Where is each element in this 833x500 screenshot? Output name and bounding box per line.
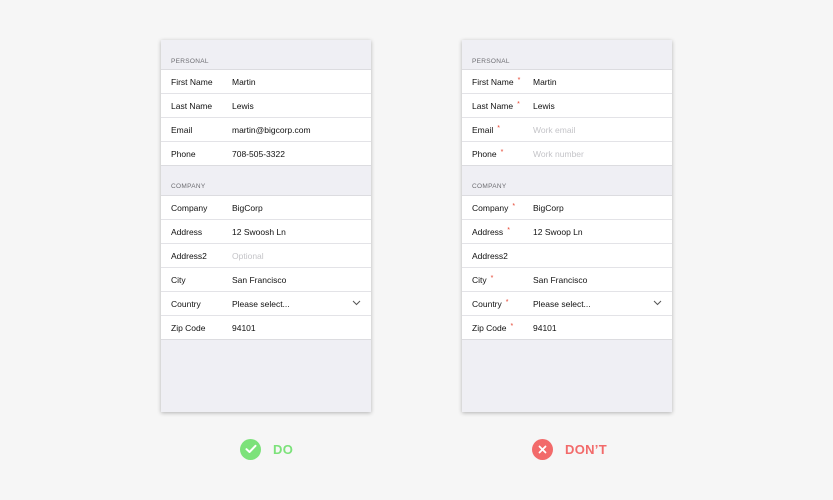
field-row-company[interactable]: Company BigCorp (161, 196, 371, 220)
field-label-text: Country (472, 298, 502, 309)
field-row-address[interactable]: Address * 12 Swoop Ln (462, 220, 672, 244)
zip-code-input[interactable]: 94101 (533, 323, 672, 333)
field-label: Company (171, 202, 208, 213)
email-input[interactable] (533, 124, 672, 135)
field-label-text: Company (472, 202, 509, 213)
company-input[interactable]: BigCorp (533, 203, 672, 213)
verdict-dont: DON’T (532, 438, 607, 460)
chevron-down-icon[interactable] (352, 300, 361, 306)
last-name-input[interactable]: Lewis (533, 101, 672, 111)
field-row-first-name[interactable]: First Name Martin (161, 70, 371, 94)
field-row-city[interactable]: City San Francisco (161, 268, 371, 292)
field-label: Address (171, 226, 203, 237)
field-row-phone[interactable]: Phone 708-505-3322 (161, 142, 371, 166)
first-name-input[interactable]: Martin (533, 77, 672, 87)
field-label: Email * (462, 125, 533, 135)
address2-input[interactable] (232, 250, 371, 261)
field-label: Phone (171, 148, 196, 159)
field-label-text: City (472, 274, 487, 285)
verdict-do: DO (240, 438, 293, 460)
field-label: Address2 (171, 250, 207, 261)
field-label: Phone * (462, 149, 533, 159)
field-label-text: Address (472, 226, 504, 237)
field-label: Email (171, 124, 193, 135)
field-row-phone[interactable]: Phone * (462, 142, 672, 166)
field-row-zip-code[interactable]: Zip Code 94101 (161, 316, 371, 340)
last-name-input[interactable]: Lewis (232, 101, 371, 111)
section-header-company: COMPANY (161, 166, 371, 196)
field-label: Last Name (171, 100, 213, 111)
company-input[interactable]: BigCorp (232, 203, 371, 213)
required-marker: * (497, 124, 500, 132)
required-marker: * (510, 322, 514, 330)
field-label: Company * (462, 203, 533, 213)
field-row-city[interactable]: City * San Francisco (462, 268, 672, 292)
required-marker: * (512, 202, 516, 210)
verdict-do-label: DO (273, 441, 294, 457)
field-label: Address2 (472, 250, 508, 261)
field-label: Zip Code (171, 322, 206, 333)
required-marker: * (517, 76, 521, 84)
field-label: First Name * (462, 77, 533, 87)
required-marker: * (500, 148, 504, 156)
field-label: First Name (171, 76, 213, 87)
address-input[interactable]: 12 Swoosh Ln (232, 227, 371, 237)
field-label: Country (171, 298, 201, 309)
field-row-company[interactable]: Company * BigCorp (462, 196, 672, 220)
zip-code-input[interactable]: 94101 (232, 323, 371, 333)
required-marker: * (507, 226, 510, 234)
field-label-text: Phone (472, 148, 497, 159)
section-header-company: COMPANY (462, 166, 672, 196)
field-label-text: Email (472, 124, 494, 135)
section-header-personal: PERSONAL (161, 40, 371, 70)
field-label-text: Last Name (472, 100, 514, 111)
field-label: City (171, 274, 186, 285)
city-input[interactable]: San Francisco (232, 275, 371, 285)
required-marker: * (517, 100, 520, 108)
chevron-down-icon[interactable] (653, 300, 662, 306)
personal-section: PERSONAL First Name * Martin Last Name * L… (462, 40, 672, 166)
form-dont-example: PERSONAL First Name * Martin Last Name * L… (462, 40, 672, 412)
first-name-input[interactable]: Martin (232, 77, 371, 87)
field-label: Country * (462, 299, 533, 309)
field-row-last-name[interactable]: Last Name * Lewis (462, 94, 672, 118)
field-row-country[interactable]: Country Please select... (161, 292, 371, 316)
company-section: COMPANY Company * BigCorp Address * 12 Swo… (462, 166, 672, 340)
field-row-last-name[interactable]: Last Name Lewis (161, 94, 371, 118)
city-input[interactable]: San Francisco (533, 275, 672, 285)
field-row-address2[interactable]: Address2 (462, 244, 672, 268)
phone-input[interactable]: 708-505-3322 (232, 149, 371, 159)
cross-icon (532, 438, 553, 460)
field-row-country[interactable]: Country * Please select... (462, 292, 672, 316)
field-row-address[interactable]: Address 12 Swoosh Ln (161, 220, 371, 244)
verdict-dont-label: DON’T (565, 441, 607, 457)
field-label-text: First Name (472, 76, 514, 87)
field-row-address2[interactable]: Address2 (161, 244, 371, 268)
field-label: Zip Code * (462, 323, 533, 333)
form-do-example: PERSONAL First Name Martin Last Name Lew… (161, 40, 371, 412)
company-section: COMPANY Company BigCorp Address 12 Swoos… (161, 166, 371, 340)
phone-input[interactable] (533, 148, 672, 159)
field-row-zip-code[interactable]: Zip Code * 94101 (462, 316, 672, 340)
field-label-text: Zip Code (472, 322, 507, 333)
field-label: Last Name * (462, 101, 533, 111)
field-row-first-name[interactable]: First Name * Martin (462, 70, 672, 94)
field-label: Address * (462, 227, 533, 237)
email-input[interactable]: martin@bigcorp.com (232, 125, 371, 135)
checkmark-icon (240, 438, 261, 460)
field-row-email[interactable]: Email martin@bigcorp.com (161, 118, 371, 142)
required-marker: * (505, 298, 509, 306)
personal-section: PERSONAL First Name Martin Last Name Lew… (161, 40, 371, 166)
country-select[interactable]: Please select... (533, 299, 672, 309)
required-marker: * (490, 274, 494, 282)
field-row-email[interactable]: Email * (462, 118, 672, 142)
address-input[interactable]: 12 Swoop Ln (533, 227, 672, 237)
country-select[interactable]: Please select... (232, 299, 371, 309)
section-header-personal: PERSONAL (462, 40, 672, 70)
field-label: City * (462, 275, 533, 285)
